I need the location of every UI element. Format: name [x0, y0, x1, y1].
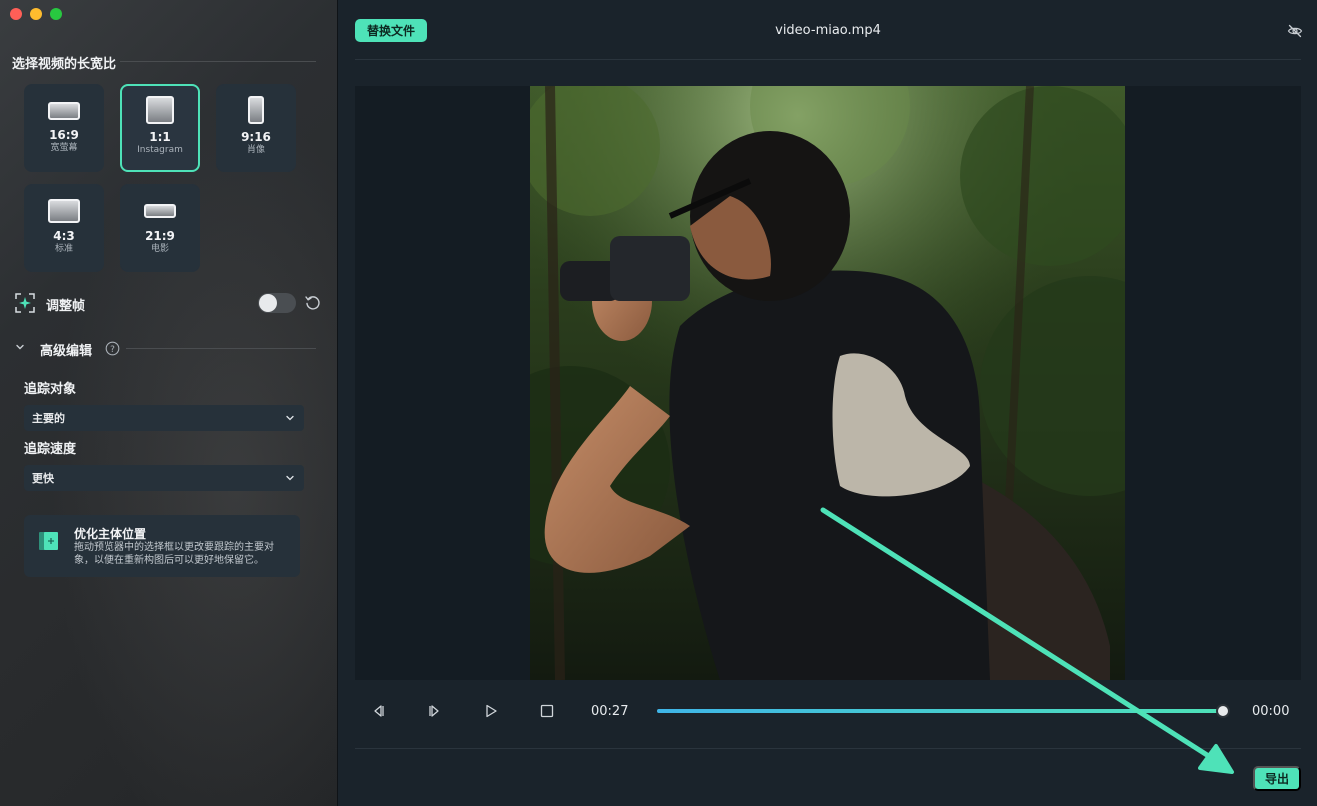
ratio-16-9-icon [48, 102, 80, 120]
hide-preview-eye-icon[interactable] [1287, 23, 1303, 39]
zoom-window-button[interactable] [50, 8, 62, 20]
ratio-value: 1:1 [149, 130, 171, 144]
sidebar: 选择视频的长宽比 16:9 宽萤幕 1:1 Instagram 9:16 肖像 … [0, 0, 338, 806]
reframe-sparkle-icon [15, 293, 35, 313]
reset-icon[interactable] [304, 294, 322, 312]
ratio-label: 标准 [54, 244, 73, 254]
next-frame-icon[interactable] [426, 702, 444, 720]
progress-knob[interactable] [1216, 704, 1230, 718]
previous-frame-icon[interactable] [369, 702, 387, 720]
tip-title: 优化主体位置 [74, 527, 147, 541]
adjust-frame-row: 调整帧 [14, 292, 324, 314]
video-frame[interactable] [530, 86, 1125, 680]
ratio-label: 宽萤幕 [50, 143, 78, 153]
divider [355, 59, 1301, 60]
close-window-button[interactable] [10, 8, 22, 20]
file-title: video-miao.mp4 [775, 23, 881, 38]
progress-fill [657, 709, 1223, 713]
tip-body: 拖动预览器中的选择框以更改要跟踪的主要对象，以便在重新构图后可以更好地保留它。 [74, 542, 274, 566]
track-speed-select[interactable]: 更快 [24, 465, 304, 491]
ratio-option-9-16[interactable]: 9:16 肖像 [216, 84, 296, 172]
export-button[interactable]: 导出 [1253, 766, 1301, 791]
toggle-knob [259, 294, 277, 312]
video-preview-area [355, 86, 1301, 680]
ratio-21-9-icon [144, 204, 176, 218]
main-panel: 替换文件 video-miao.mp4 00:27 00:00 导出 [339, 0, 1317, 806]
video-still-photographer [530, 86, 1125, 680]
chevron-down-icon [286, 415, 294, 421]
advanced-edit-label: 高级编辑 [40, 344, 93, 359]
minimize-window-button[interactable] [30, 8, 42, 20]
ratio-label: 肖像 [246, 145, 265, 155]
ratio-option-1-1[interactable]: 1:1 Instagram [120, 84, 200, 172]
ratio-label: Instagram [137, 145, 183, 155]
track-speed-label: 追踪速度 [24, 442, 77, 457]
track-object-select[interactable]: 主要的 [24, 405, 304, 431]
ratio-option-16-9[interactable]: 16:9 宽萤幕 [24, 84, 104, 172]
adjust-frame-label: 调整帧 [46, 299, 86, 314]
subject-position-icon [39, 532, 58, 550]
stop-icon[interactable] [538, 702, 556, 720]
progress-slider[interactable] [657, 704, 1230, 718]
adjust-frame-toggle[interactable] [258, 293, 296, 313]
ratio-value: 16:9 [49, 128, 79, 142]
chevron-down-icon [16, 344, 24, 350]
ratio-value: 21:9 [145, 229, 175, 243]
ratio-9-16-icon [248, 96, 264, 124]
optimize-subject-tip: 优化主体位置 拖动预览器中的选择框以更改要跟踪的主要对象，以便在重新构图后可以更… [24, 515, 300, 577]
help-icon[interactable]: ? [105, 341, 120, 356]
track-object-value: 主要的 [32, 412, 65, 425]
advanced-edit-header[interactable]: 高级编辑 ? [14, 340, 324, 359]
aspect-ratio-title: 选择视频的长宽比 [12, 57, 117, 72]
svg-text:?: ? [110, 345, 115, 355]
ratio-4-3-icon [48, 199, 80, 223]
ratio-1-1-icon [146, 96, 174, 124]
divider [120, 61, 316, 62]
play-icon[interactable] [482, 702, 500, 720]
chevron-down-icon [286, 475, 294, 481]
window-controls [10, 8, 62, 20]
track-object-label: 追踪对象 [24, 382, 77, 397]
ratio-option-4-3[interactable]: 4:3 标准 [24, 184, 104, 272]
playback-controls: 00:27 00:00 [339, 690, 1317, 734]
ratio-value: 9:16 [241, 130, 271, 144]
ratio-value: 4:3 [53, 229, 75, 243]
divider [126, 348, 316, 349]
track-speed-value: 更快 [32, 472, 54, 485]
ratio-label: 电影 [150, 244, 169, 254]
current-time: 00:27 [591, 704, 629, 719]
end-time: 00:00 [1252, 704, 1290, 719]
divider [355, 748, 1301, 749]
ratio-option-21-9[interactable]: 21:9 电影 [120, 184, 200, 272]
